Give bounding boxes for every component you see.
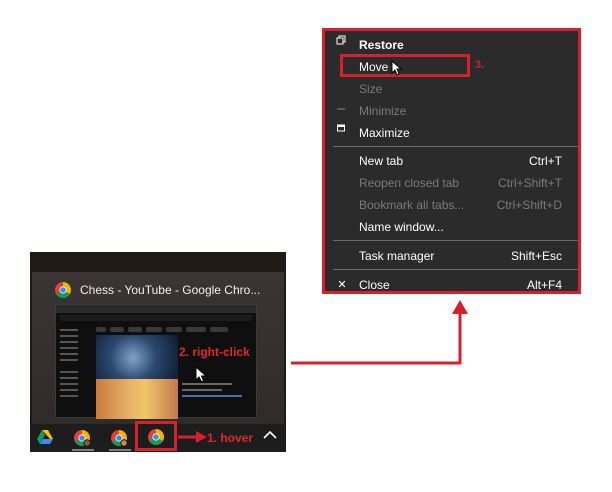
thumb-chip: [146, 327, 162, 332]
step-2-label: 2. right-click: [179, 345, 250, 359]
thumb-video-2: [96, 379, 178, 419]
thumb-text-line: [182, 395, 242, 397]
arrow-right-icon: [178, 431, 207, 443]
mouse-cursor-icon: [195, 366, 208, 383]
thumb-text-line: [182, 389, 222, 391]
hover-highlight-box: [135, 421, 177, 451]
thumb-text-line: [182, 383, 232, 385]
chrome-icon: [55, 282, 71, 298]
thumb-chip: [210, 327, 228, 332]
preview-window-title: Chess - YouTube - Google Chro...: [80, 283, 261, 297]
thumb-chip: [166, 327, 182, 332]
running-indicator: [109, 449, 131, 451]
chrome-profile-icon[interactable]: [111, 430, 127, 446]
chevron-up-icon[interactable]: [263, 430, 277, 440]
chrome-profile-icon[interactable]: [74, 430, 90, 446]
thumb-addressbar: [60, 315, 252, 321]
thumb-video-1: [96, 335, 178, 381]
running-indicator: [72, 449, 94, 451]
thumb-chip: [110, 327, 124, 332]
thumb-chip: [96, 327, 106, 332]
thumb-sidebar: [58, 325, 88, 415]
thumb-chip: [186, 327, 206, 332]
thumb-chip: [128, 327, 142, 332]
thumb-tabbar: [56, 305, 256, 313]
step-1-label: 1. hover: [207, 431, 254, 445]
google-drive-icon[interactable]: [37, 430, 53, 444]
preview-thumbnail[interactable]: [55, 304, 257, 419]
